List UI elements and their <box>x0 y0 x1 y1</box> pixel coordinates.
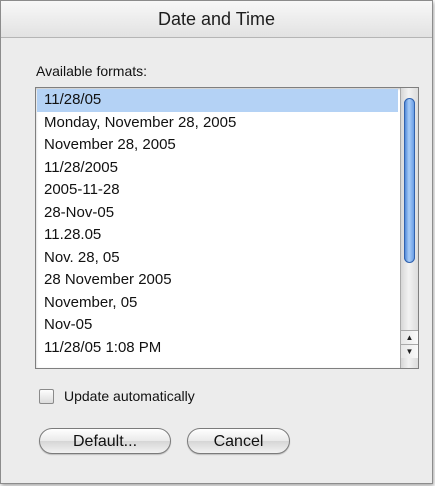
format-item[interactable]: 28 November 2005 <box>37 269 398 292</box>
scroll-down-arrow-icon[interactable]: ▼ <box>401 344 418 358</box>
update-automatically-checkbox[interactable] <box>39 388 54 404</box>
default-button[interactable]: Default... <box>39 428 171 454</box>
format-item[interactable]: November 28, 2005 <box>37 134 398 157</box>
format-item[interactable]: 2005-11-28 <box>37 179 398 202</box>
format-item[interactable]: 11/28/05 <box>37 89 398 112</box>
cancel-button[interactable]: Cancel <box>187 428 290 454</box>
format-item[interactable]: Monday, November 28, 2005 <box>37 112 398 135</box>
scrollbar-thumb[interactable] <box>404 98 415 263</box>
format-item[interactable]: Nov-05 <box>37 314 398 337</box>
available-formats-label: Available formats: <box>36 63 148 79</box>
dialog-title: Date and Time <box>1 1 432 38</box>
format-item[interactable]: 11.28.05 <box>37 224 398 247</box>
scroll-up-arrow-icon[interactable]: ▲ <box>401 330 418 344</box>
format-item[interactable]: 28-Nov-05 <box>37 202 398 225</box>
formats-listbox[interactable]: 11/28/05 Monday, November 28, 2005 Novem… <box>35 87 419 369</box>
update-automatically-row[interactable]: Update automatically <box>39 386 195 406</box>
formats-scrollbar[interactable]: ▲ ▼ <box>400 88 418 368</box>
formats-list: 11/28/05 Monday, November 28, 2005 Novem… <box>37 89 398 359</box>
date-time-dialog: Date and Time Available formats: 11/28/0… <box>0 0 433 484</box>
format-item[interactable]: 11/28/05 1:08 PM <box>37 337 398 360</box>
update-automatically-label[interactable]: Update automatically <box>64 388 195 404</box>
format-item[interactable]: November, 05 <box>37 292 398 315</box>
format-item[interactable]: Nov. 28, 05 <box>37 247 398 270</box>
format-item[interactable]: 11/28/2005 <box>37 157 398 180</box>
